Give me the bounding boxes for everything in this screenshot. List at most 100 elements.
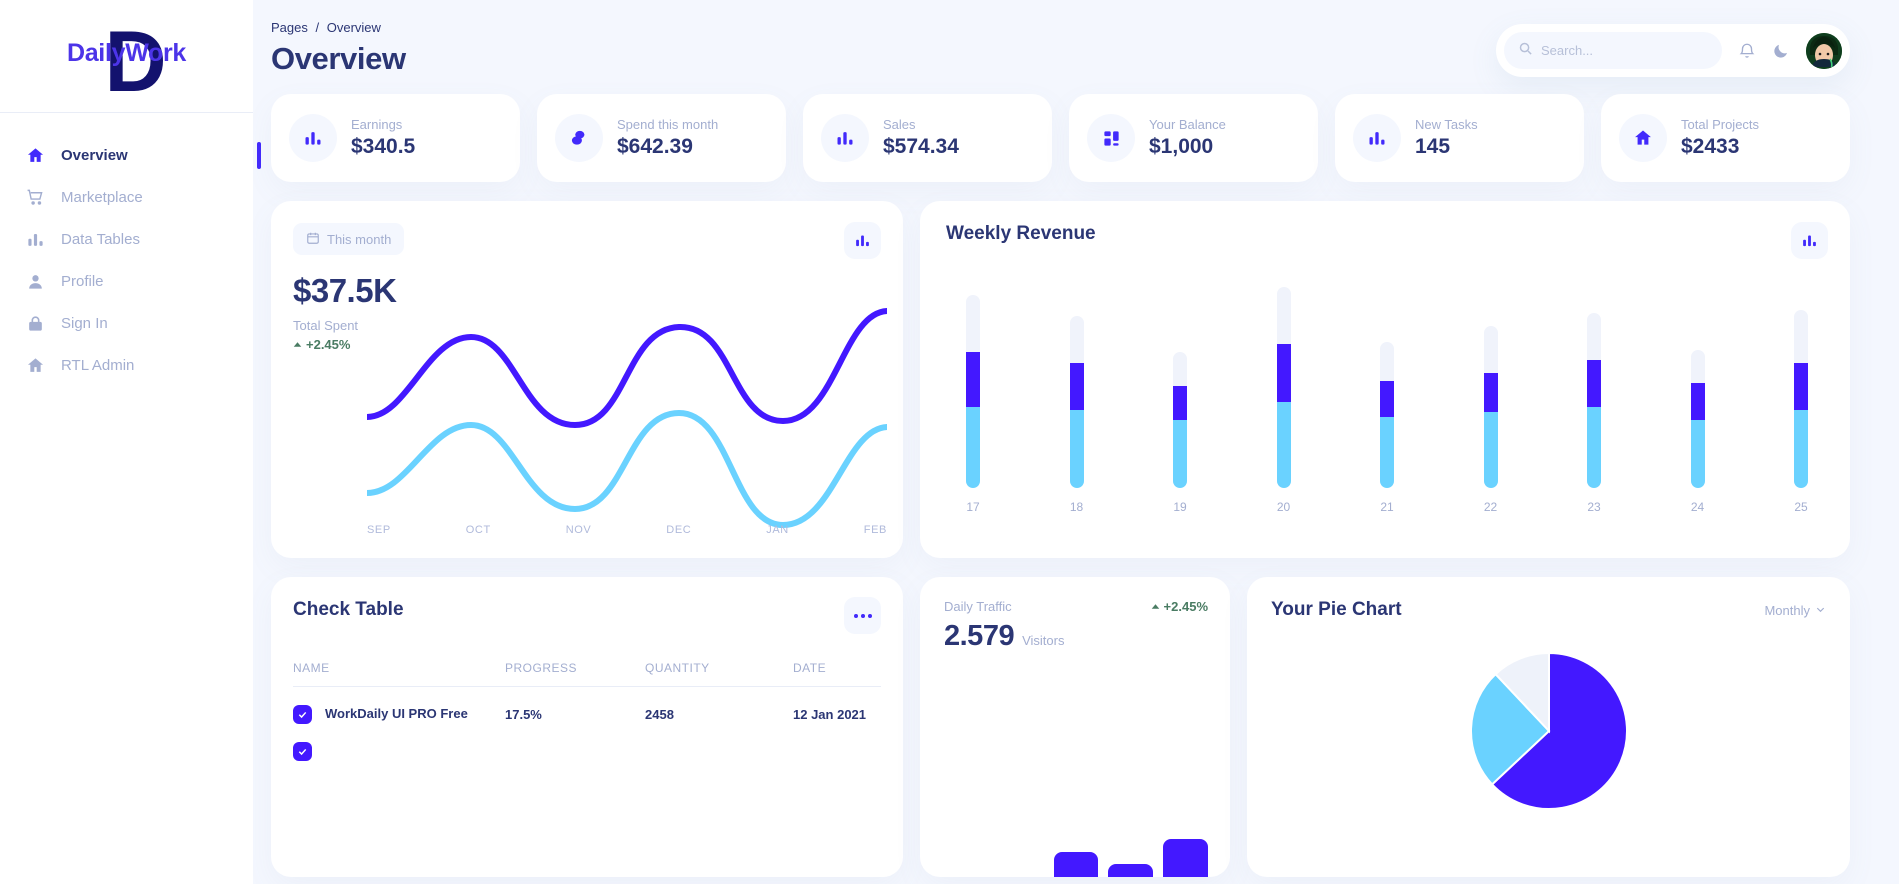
bar-stack[interactable] bbox=[1587, 312, 1601, 488]
sidebar-item-sign-in[interactable]: Sign In bbox=[0, 302, 253, 344]
total-spent-card: This month $37.5K Total Spent +2.45% SEP… bbox=[271, 201, 903, 558]
dark-mode-moon-icon[interactable] bbox=[1772, 42, 1790, 60]
sidebar-item-label: Profile bbox=[61, 272, 104, 290]
cell-progress bbox=[505, 724, 645, 761]
period-chip[interactable]: This month bbox=[293, 223, 405, 255]
bar-segment-growth bbox=[1794, 362, 1808, 410]
row-checkbox[interactable] bbox=[293, 742, 312, 761]
triangle-up-icon bbox=[293, 337, 302, 352]
bar-label: 25 bbox=[1794, 500, 1808, 514]
sidebar-item-overview[interactable]: Overview bbox=[0, 134, 261, 176]
cell-quantity: 2458 bbox=[645, 707, 674, 722]
check-table-card: Check Table NAME PROGRESS QUANTITY DATE bbox=[271, 577, 903, 877]
column-header-name[interactable]: NAME bbox=[293, 661, 505, 687]
bar-stack[interactable] bbox=[1690, 349, 1705, 488]
bar-segment-target bbox=[1587, 312, 1601, 360]
bar-chart-icon bbox=[289, 114, 337, 162]
bar-label: 21 bbox=[1380, 500, 1394, 514]
row-checkbox[interactable] bbox=[293, 705, 312, 724]
x-tick: FEB bbox=[863, 524, 887, 536]
table-row[interactable] bbox=[293, 724, 881, 761]
column-header-progress[interactable]: PROGRESS bbox=[505, 661, 645, 687]
triangle-up-icon bbox=[1151, 599, 1160, 614]
bar-stack[interactable] bbox=[1380, 341, 1394, 488]
brand-name: DailyWork bbox=[66, 39, 187, 67]
check-table-title: Check Table bbox=[293, 599, 404, 620]
bar-label: 18 bbox=[1069, 500, 1084, 514]
row-name-label: WorkDaily UI PRO Free bbox=[325, 705, 468, 721]
stat-cards-row: Earnings $340.5 Spend this month $642.39 bbox=[269, 94, 1850, 182]
chart-toggle-button[interactable] bbox=[844, 222, 881, 259]
stat-card-spend-this-month[interactable]: Spend this month $642.39 bbox=[537, 94, 786, 182]
bar-label: 23 bbox=[1587, 500, 1601, 514]
bar-segment-growth bbox=[1276, 344, 1291, 402]
stat-label: Sales bbox=[883, 117, 916, 132]
daily-traffic-value: 2.579 bbox=[944, 620, 1015, 652]
period-chip-label: This month bbox=[327, 231, 392, 247]
breadcrumb-parent[interactable]: Pages bbox=[271, 20, 308, 35]
stat-value: $340.5 bbox=[351, 135, 416, 158]
bottom-row: Check Table NAME PROGRESS QUANTITY DATE bbox=[269, 577, 1850, 877]
page-header: Pages / Overview Overview bbox=[269, 20, 406, 77]
sidebar-item-rtl-admin[interactable]: RTL Admin bbox=[0, 344, 253, 386]
table-row[interactable]: WorkDaily UI PRO Free 17.5% 2458 12 Jan 202… bbox=[293, 687, 881, 724]
search-box[interactable] bbox=[1504, 32, 1722, 69]
mini-bar bbox=[1053, 851, 1099, 877]
total-spent-line-chart bbox=[364, 297, 890, 547]
dot bbox=[853, 613, 858, 618]
avatar[interactable] bbox=[1806, 32, 1842, 69]
grid-icon bbox=[1087, 114, 1135, 162]
sidebar-item-marketplace[interactable]: Marketplace bbox=[0, 176, 253, 218]
cell-name: WorkDaily UI PRO Free bbox=[293, 687, 505, 724]
stat-card-your-balance[interactable]: Your Balance $1,000 bbox=[1069, 94, 1318, 182]
pie-chart-graphic bbox=[1467, 649, 1631, 818]
breadcrumb-separator: / bbox=[315, 20, 320, 35]
sidebar-item-label: Sign In bbox=[61, 314, 108, 332]
active-indicator bbox=[257, 142, 261, 169]
weekly-chart-button[interactable] bbox=[1791, 222, 1828, 259]
weekly-revenue-bars: 17 18 19 20 21 22 23 24 25 bbox=[950, 286, 1824, 514]
ellipsis-icon[interactable] bbox=[844, 597, 881, 634]
stat-card-sales[interactable]: Sales $574.34 bbox=[803, 94, 1052, 182]
brand-logo[interactable]: D DailyWork bbox=[0, 0, 253, 112]
sidebar-nav: Overview Marketplace Data Tables Profile… bbox=[0, 113, 261, 386]
stat-value: $574.34 bbox=[883, 135, 959, 158]
charts-row: This month $37.5K Total Spent +2.45% SEP… bbox=[269, 201, 1850, 558]
x-tick: JAN bbox=[766, 524, 789, 536]
pie-range-select[interactable]: Monthly bbox=[1764, 603, 1826, 618]
daily-traffic-unit: Visitors bbox=[1022, 633, 1065, 648]
bar-stack[interactable] bbox=[1483, 326, 1498, 488]
stat-card-earnings[interactable]: Earnings $340.5 bbox=[271, 94, 520, 182]
x-tick: DEC bbox=[666, 524, 692, 536]
stat-card-new-tasks[interactable]: New Tasks 145 bbox=[1335, 94, 1584, 182]
bar-segment-base bbox=[1483, 412, 1498, 488]
column-header-date[interactable]: DATE bbox=[793, 661, 881, 687]
main-content: Pages / Overview Overview Search... Earn… bbox=[253, 0, 1899, 884]
stat-card-total-projects[interactable]: Total Projects $2433 bbox=[1601, 94, 1850, 182]
bar-segment-base bbox=[1380, 417, 1394, 488]
topbar: Pages / Overview Overview bbox=[269, 0, 1850, 94]
bar-chart-icon bbox=[1353, 114, 1401, 162]
notifications-bell-icon[interactable] bbox=[1738, 42, 1756, 60]
stat-label: Spend this month bbox=[617, 117, 719, 132]
bar-stack[interactable] bbox=[1069, 315, 1084, 488]
bar-segment-target bbox=[1483, 326, 1498, 374]
bar-column: 22 bbox=[1468, 326, 1514, 514]
sidebar-item-data-tables[interactable]: Data Tables bbox=[0, 218, 253, 260]
cart-icon bbox=[26, 188, 52, 207]
pie-chart-card: Your Pie Chart Monthly bbox=[1247, 577, 1850, 877]
mini-bar bbox=[1108, 864, 1154, 877]
bar-stack[interactable] bbox=[966, 294, 980, 488]
sidebar-item-profile[interactable]: Profile bbox=[0, 260, 253, 302]
weekly-revenue-title: Weekly Revenue bbox=[946, 223, 1096, 244]
coins-icon bbox=[555, 114, 603, 162]
search-input[interactable] bbox=[1541, 43, 1708, 58]
x-tick: NOV bbox=[565, 524, 592, 536]
bar-stack[interactable] bbox=[1173, 352, 1187, 488]
bar-segment-target bbox=[1380, 341, 1394, 381]
bar-stack[interactable] bbox=[1276, 286, 1291, 488]
bar-label: 19 bbox=[1173, 500, 1187, 514]
column-header-quantity[interactable]: QUANTITY bbox=[645, 661, 793, 687]
bar-stack[interactable] bbox=[1794, 310, 1808, 488]
dot bbox=[860, 613, 865, 618]
